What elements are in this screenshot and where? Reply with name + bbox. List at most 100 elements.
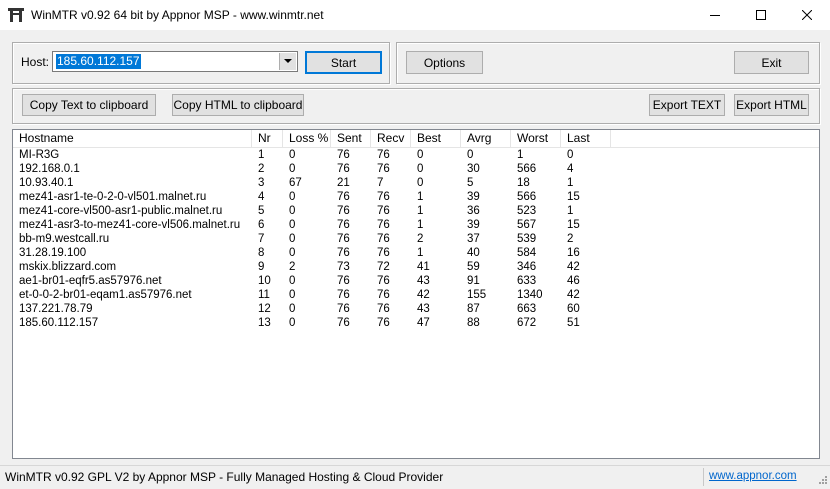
table-cell: 10	[258, 275, 271, 287]
maximize-icon	[756, 10, 766, 20]
host-combobox[interactable]: 185.60.112.157	[52, 51, 298, 72]
table-cell: 10.93.40.1	[19, 177, 74, 189]
table-cell: 88	[467, 317, 480, 329]
table-cell: 42	[567, 261, 580, 273]
table-cell: 76	[337, 289, 350, 301]
column-header-last[interactable]: Last	[561, 130, 611, 147]
table-cell: 672	[517, 317, 537, 329]
table-cell: 3	[258, 177, 265, 189]
table-cell: 67	[289, 177, 302, 189]
table-cell: 76	[377, 275, 390, 287]
table-row[interactable]: mskix.blizzard.com 9 2 73 72 41 59 346 42	[13, 260, 819, 274]
maximize-button[interactable]	[738, 0, 784, 30]
table-cell: 37	[467, 233, 480, 245]
table-row[interactable]: mez41-core-vl500-asr1-public.malnet.ru 5 0…	[13, 204, 819, 218]
table-cell: 567	[517, 219, 537, 231]
column-header-recv[interactable]: Recv	[371, 130, 411, 147]
table-cell: 4	[258, 191, 265, 203]
table-row[interactable]: 185.60.112.157 13 0 76 76 47 88 672 51	[13, 316, 819, 330]
table-cell: 43	[417, 275, 430, 287]
table-row[interactable]: et-0-0-2-br01-eqam1.as57976.net 11 0 76 76 42…	[13, 288, 819, 302]
copy-html-button[interactable]: Copy HTML to clipboard	[172, 94, 304, 116]
table-row[interactable]: mez41-asr3-to-mez41-core-vl506.malnet.ru…	[13, 218, 819, 232]
table-cell: 42	[417, 289, 430, 301]
host-input[interactable]: 185.60.112.157	[56, 54, 141, 69]
table-cell: 76	[377, 247, 390, 259]
table-cell: 76	[337, 247, 350, 259]
table-cell: 539	[517, 233, 537, 245]
table-cell: 155	[467, 289, 487, 301]
table-cell: 47	[417, 317, 430, 329]
table-cell: 0	[289, 303, 296, 315]
column-header-sent[interactable]: Sent	[331, 130, 371, 147]
column-header-nr[interactable]: Nr	[252, 130, 283, 147]
export-html-button[interactable]: Export HTML	[734, 94, 809, 116]
table-cell: 0	[289, 247, 296, 259]
table-cell: 76	[337, 149, 350, 161]
table-cell: 0	[289, 317, 296, 329]
minimize-button[interactable]	[692, 0, 738, 30]
table-row[interactable]: bb-m9.westcall.ru 7 0 76 76 2 37 539 2	[13, 232, 819, 246]
table-cell: 1	[417, 205, 424, 217]
table-cell: mez41-asr1-te-0-2-0-vl501.malnet.ru	[19, 191, 207, 203]
column-header-avrg[interactable]: Avrg	[461, 130, 511, 147]
table-cell: 39	[467, 219, 480, 231]
table-cell: 0	[417, 177, 424, 189]
table-cell: 76	[337, 219, 350, 231]
results-table[interactable]: Hostname Nr Loss % Sent Recv Best Avrg Worst Las…	[12, 129, 820, 459]
table-cell: 5	[258, 205, 265, 217]
table-cell: 1	[258, 149, 265, 161]
column-header-worst[interactable]: Worst	[511, 130, 561, 147]
table-cell: 11	[258, 289, 270, 301]
column-header-best[interactable]: Best	[411, 130, 461, 147]
table-cell: 76	[377, 205, 390, 217]
resize-grip-icon[interactable]	[816, 475, 828, 487]
copy-text-button[interactable]: Copy Text to clipboard	[22, 94, 156, 116]
host-dropdown-button[interactable]	[279, 53, 296, 70]
table-cell: 76	[337, 275, 350, 287]
table-cell: 13	[258, 317, 271, 329]
table-cell: 76	[337, 233, 350, 245]
table-cell: 8	[258, 247, 265, 259]
export-text-button[interactable]: Export TEXT	[649, 94, 725, 116]
table-cell: 15	[567, 219, 580, 231]
table-cell: 76	[377, 191, 390, 203]
table-cell: 76	[337, 317, 350, 329]
column-header-hostname[interactable]: Hostname	[13, 130, 252, 147]
table-cell: 0	[289, 233, 296, 245]
table-cell: 1340	[517, 289, 543, 301]
table-cell: 12	[258, 303, 271, 315]
table-row[interactable]: 31.28.19.100 8 0 76 76 1 40 584 16	[13, 246, 819, 260]
table-cell: 0	[289, 275, 296, 287]
table-cell: ae1-br01-eqfr5.as57976.net	[19, 275, 162, 287]
table-row[interactable]: MI-R3G 1 0 76 76 0 0 1 0	[13, 148, 819, 162]
table-cell: 76	[337, 205, 350, 217]
table-cell: 2	[258, 163, 265, 175]
table-cell: mez41-asr3-to-mez41-core-vl506.malnet.ru	[19, 219, 241, 231]
table-cell: 0	[289, 205, 296, 217]
table-cell: 185.60.112.157	[19, 317, 99, 329]
table-row[interactable]: mez41-asr1-te-0-2-0-vl501.malnet.ru 4 0 76 7…	[13, 190, 819, 204]
table-cell: 60	[567, 303, 580, 315]
table-cell: 1	[517, 149, 524, 161]
table-row[interactable]: 137.221.78.79 12 0 76 76 43 87 663 60	[13, 302, 819, 316]
table-cell: 36	[467, 205, 480, 217]
table-cell: 30	[467, 163, 480, 175]
exit-button[interactable]: Exit	[734, 51, 809, 74]
table-cell: 0	[467, 149, 474, 161]
table-row[interactable]: ae1-br01-eqfr5.as57976.net 10 0 76 76 43 91 633…	[13, 274, 819, 288]
table-cell: 40	[467, 247, 480, 259]
table-cell: 1	[567, 177, 574, 189]
appnor-link[interactable]: www.appnor.com	[709, 470, 797, 482]
table-cell: 76	[337, 303, 350, 315]
start-button[interactable]: Start	[305, 51, 382, 74]
table-cell: 18	[517, 177, 530, 189]
table-cell: 39	[467, 191, 480, 203]
table-row[interactable]: 192.168.0.1 2 0 76 76 0 30 566 4	[13, 162, 819, 176]
close-button[interactable]	[784, 0, 830, 30]
table-cell: 2	[417, 233, 424, 245]
table-row[interactable]: 10.93.40.1 3 67 21 7 0 5 18 1	[13, 176, 819, 190]
options-button[interactable]: Options	[406, 51, 483, 74]
table-cell: 51	[567, 317, 580, 329]
column-header-loss[interactable]: Loss %	[283, 130, 331, 147]
